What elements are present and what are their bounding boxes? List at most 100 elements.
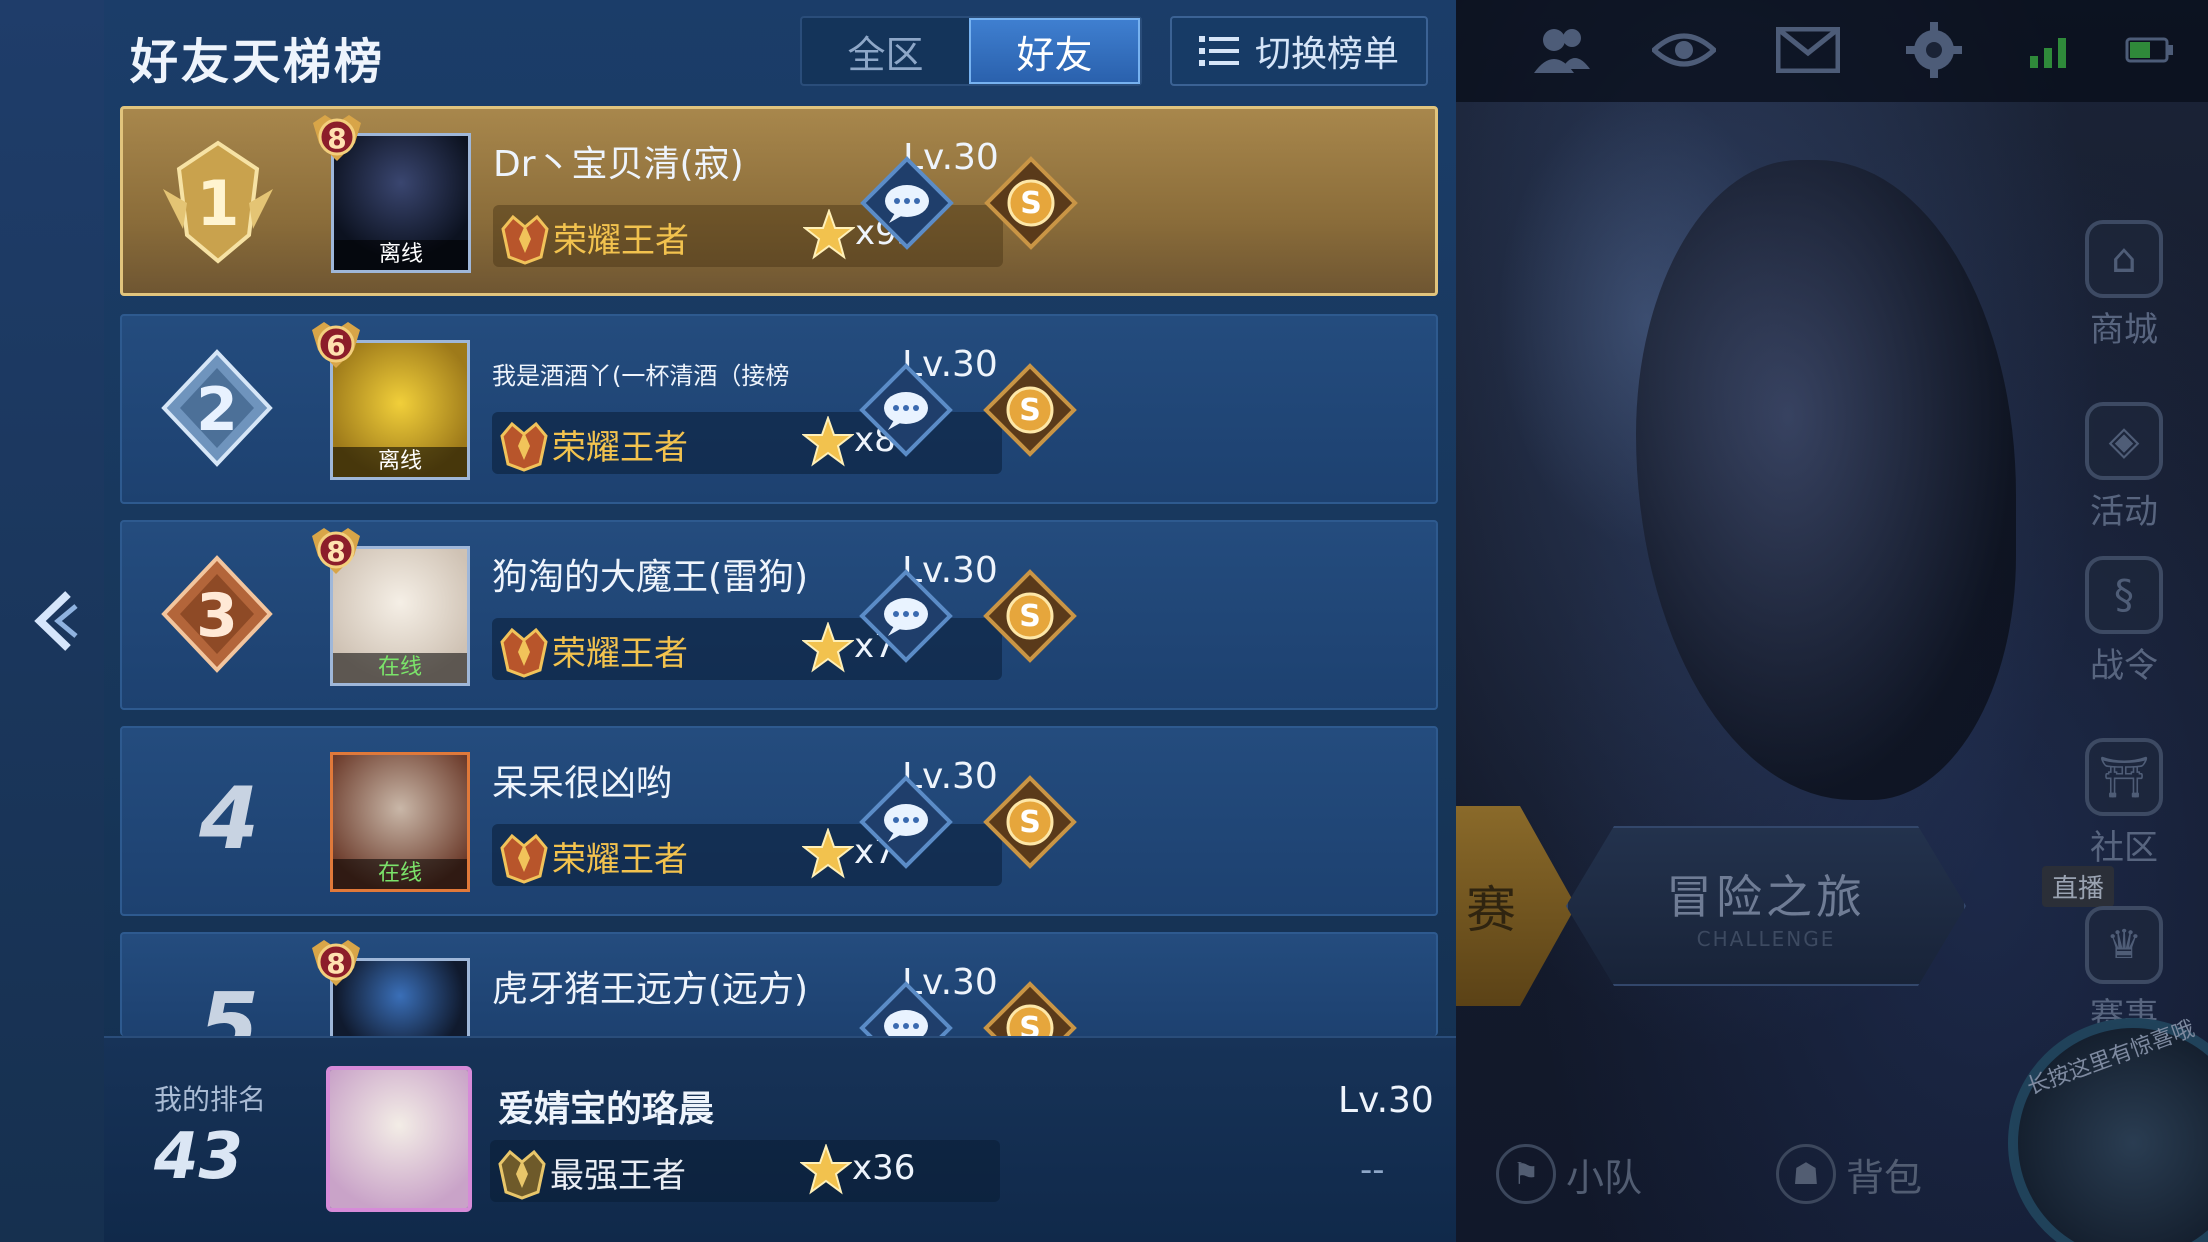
coin-gift-icon[interactable]: S — [982, 362, 1078, 458]
status-label: 在线 — [333, 859, 467, 889]
game-scene-background: ⌂ 商城 ◈ 活动 § 战令 ⛩ 社区 直播 ♛ 赛事 赛 冒险之旅 CHALL… — [1456, 0, 2208, 1242]
crown-emblem-icon — [500, 833, 548, 884]
leaderboard-row[interactable]: 2 离线 6 我是酒酒丫(一杯清酒（接榜 Lv.30 荣耀王者 x86 S — [120, 314, 1438, 504]
ranked-tile[interactable]: 赛 — [1456, 806, 1576, 1006]
avatar[interactable]: 在线 — [330, 752, 470, 892]
tier-name: 荣耀王者 — [552, 840, 688, 880]
my-rank-bar: 我的排名 43 爱婧宝的珞晨 Lv.30 最强王者 x36 -- — [104, 1036, 1456, 1242]
star-icon — [800, 1144, 852, 1195]
chevron-left-icon[interactable] — [28, 586, 78, 656]
signal-icon — [2018, 18, 2082, 82]
backpack-tab[interactable]: ☗ 背包 — [1776, 1144, 1922, 1204]
hero-figure — [1636, 160, 2016, 800]
scope-tabs: 全区 好友 — [800, 16, 1142, 86]
friends-icon[interactable] — [1530, 18, 1594, 82]
adventure-button[interactable]: 冒险之旅 CHALLENGE — [1566, 826, 1966, 986]
chat-bubble-icon[interactable] — [859, 155, 955, 251]
adventure-title: 冒险之旅 — [1666, 870, 1866, 924]
tier-name: 荣耀王者 — [552, 634, 688, 674]
player-name: 狗淘的大魔王(雷狗) — [492, 557, 809, 598]
status-label: 在线 — [333, 653, 467, 683]
star-icon — [802, 622, 854, 673]
battery-icon — [2118, 18, 2182, 82]
rank-number: 5 — [199, 975, 259, 1036]
rank-number: 1 — [196, 167, 239, 240]
star-icon — [802, 416, 854, 467]
my-rank-label: 我的排名 — [154, 1083, 267, 1116]
team-tab[interactable]: ⚑ 小队 — [1496, 1144, 1642, 1204]
switch-board-label: 切换榜单 — [1254, 34, 1399, 75]
tab-all-region[interactable]: 全区 — [802, 18, 969, 84]
shop-icon: ⌂ — [2085, 220, 2163, 298]
rank-3-badge: 3 — [161, 555, 273, 673]
player-name: 我是酒酒丫(一杯清酒（接榜 — [492, 362, 790, 390]
coin-gift-icon[interactable]: S — [983, 155, 1079, 251]
switch-board-button[interactable]: 切换榜单 — [1170, 16, 1428, 86]
pavilion-icon: ⛩ — [2085, 738, 2163, 816]
crown-emblem-icon — [500, 627, 548, 678]
player-name: Dr丶宝贝清(寂) — [493, 144, 744, 185]
chat-bubble-icon[interactable] — [858, 568, 954, 664]
medal-count: 6 — [326, 329, 346, 362]
list-icon — [1198, 36, 1239, 66]
medal-count: 8 — [326, 535, 346, 568]
svg-text:S: S — [1019, 1011, 1041, 1036]
flag-icon: ⚑ — [1496, 1144, 1556, 1204]
player-name: 虎牙猪王远方(远方) — [492, 969, 809, 1010]
my-tier-box: 最强王者 x36 — [490, 1140, 1000, 1202]
crown-emblem-icon — [500, 421, 548, 472]
player-name: 呆呆很凶哟 — [492, 763, 673, 804]
shop-button[interactable]: ⌂ 商城 — [2064, 220, 2184, 351]
rank-number: 2 — [196, 375, 238, 445]
activity-icon: ◈ — [2085, 402, 2163, 480]
leaderboard-row[interactable]: 3 在线 8 狗淘的大魔王(雷狗) Lv.30 荣耀王者 x78 S — [120, 520, 1438, 710]
medal-count: 8 — [327, 122, 347, 155]
page-title: 好友天梯榜 — [130, 34, 386, 90]
svg-text:S: S — [1019, 599, 1041, 634]
chat-bubble-icon[interactable] — [858, 980, 954, 1036]
my-tier-name: 最强王者 — [550, 1156, 686, 1196]
coin-gift-icon[interactable]: S — [982, 774, 1078, 870]
medal-count: 8 — [326, 947, 346, 980]
activity-button[interactable]: ◈ 活动 — [2064, 402, 2184, 533]
rank-number: 3 — [196, 581, 238, 651]
leaderboard-row[interactable]: 1 离线 8 Dr丶宝贝清(寂) Lv.30 荣耀王者 x93 S — [120, 106, 1438, 296]
chat-bubble-icon[interactable] — [858, 774, 954, 870]
svg-text:S: S — [1019, 805, 1041, 840]
star-icon — [803, 209, 855, 260]
my-extra-value: -- — [1360, 1150, 1385, 1190]
coin-gift-icon[interactable]: S — [982, 980, 1078, 1036]
chat-bubble-icon[interactable] — [858, 362, 954, 458]
my-avatar[interactable] — [326, 1066, 472, 1212]
crown-emblem-icon — [501, 214, 549, 265]
my-player-level: Lv.30 — [1338, 1080, 1434, 1121]
battle-pass-button[interactable]: § 战令 — [2064, 556, 2184, 687]
tab-friends[interactable]: 好友 — [969, 18, 1140, 84]
trophy-icon: ♛ — [2085, 906, 2163, 984]
my-player-name: 爱婧宝的珞晨 — [498, 1089, 715, 1130]
backpack-icon: ☗ — [1776, 1144, 1836, 1204]
svg-text:S: S — [1019, 393, 1041, 428]
tier-name: 荣耀王者 — [553, 221, 689, 261]
svg-text:S: S — [1020, 186, 1042, 221]
star-icon — [802, 828, 854, 879]
my-star-count: x36 — [852, 1148, 916, 1188]
status-label: 离线 — [333, 447, 467, 477]
leaderboard-row[interactable]: 4 在线 呆呆很凶哟 Lv.30 荣耀王者 x77 S — [120, 726, 1438, 916]
mail-icon[interactable] — [1776, 18, 1840, 82]
community-button[interactable]: ⛩ 社区 — [2064, 738, 2184, 869]
crown-emblem-icon — [498, 1149, 546, 1200]
my-rank-number: 43 — [154, 1120, 244, 1194]
live-badge: 直播 — [2041, 866, 2114, 907]
eye-icon[interactable] — [1652, 18, 1716, 82]
status-label: 离线 — [334, 240, 468, 270]
dragon-icon: § — [2085, 556, 2163, 634]
rank-1-badge: 1 — [163, 140, 273, 264]
gear-icon[interactable] — [1902, 18, 1966, 82]
coin-gift-icon[interactable]: S — [982, 568, 1078, 664]
adventure-subtitle: CHALLENGE — [1696, 927, 1836, 951]
leaderboard-row[interactable]: 5 8 虎牙猪王远方(远方) Lv.30 S — [120, 932, 1438, 1036]
rank-number: 4 — [199, 769, 259, 869]
rank-2-badge: 2 — [161, 349, 273, 467]
tier-name: 荣耀王者 — [552, 428, 688, 468]
